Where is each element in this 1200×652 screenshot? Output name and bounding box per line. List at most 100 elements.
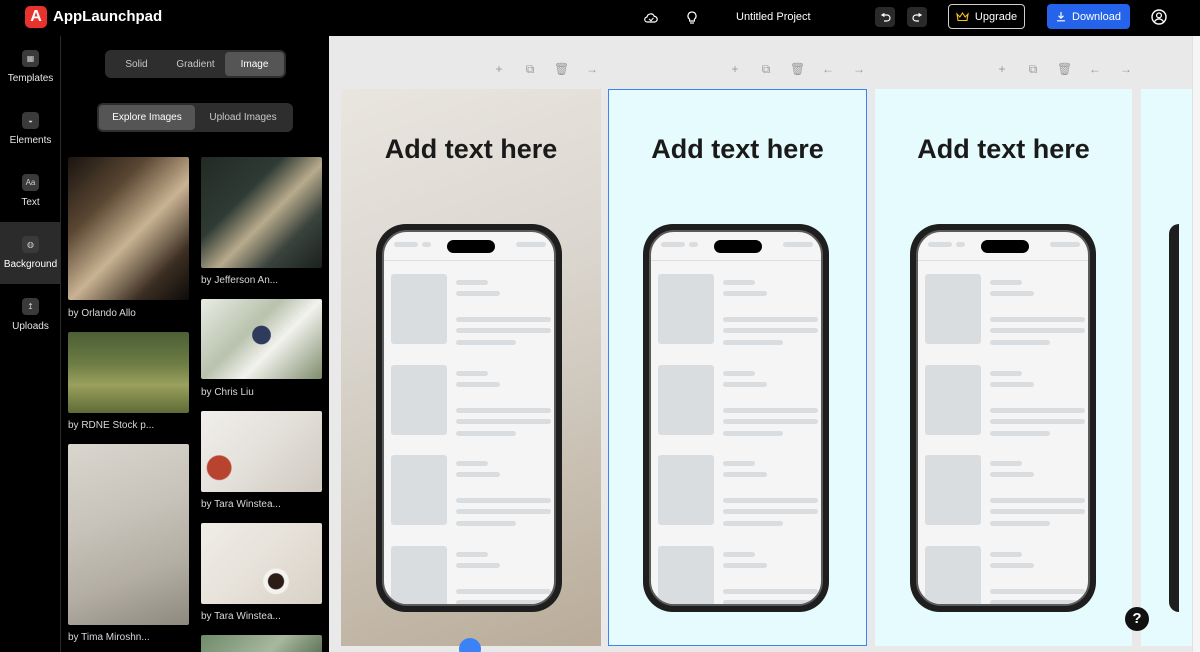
placeholder-text-line (990, 461, 1022, 466)
placeholder-text-line (990, 552, 1022, 557)
placeholder-image (391, 274, 447, 344)
image-credit: by Tara Winstea... (201, 499, 281, 510)
image-thumbnail[interactable] (201, 299, 322, 379)
move-right-icon[interactable]: → (852, 62, 866, 77)
tab-image[interactable]: Image (225, 52, 284, 76)
screen-frame[interactable]: Add text here (608, 89, 867, 646)
move-left-icon[interactable]: ← (1088, 62, 1102, 77)
image-thumbnail[interactable] (201, 157, 322, 268)
image-thumbnail[interactable] (68, 332, 189, 413)
upgrade-label: Upgrade (974, 10, 1018, 23)
image-thumbnail[interactable] (68, 157, 189, 300)
vertical-scrollbar[interactable] (1192, 36, 1200, 652)
sidebar-item-label: Elements (9, 135, 52, 146)
project-title[interactable]: Untitled Project (736, 11, 811, 23)
phone-mockup[interactable] (910, 224, 1096, 612)
placeholder-image (391, 546, 447, 604)
phone-mockup[interactable] (643, 224, 829, 612)
sidebar-item-background[interactable]: ◍ Background (0, 222, 61, 284)
placeholder-text-line (723, 340, 783, 345)
tab-gradient[interactable]: Gradient (166, 52, 225, 76)
placeholder-text-line (990, 509, 1085, 514)
delete-frame-icon[interactable]: 🗑 (1057, 62, 1072, 77)
placeholder-text-line (723, 280, 755, 285)
screen-frame[interactable]: Add text here (875, 89, 1132, 646)
lightbulb-icon[interactable] (682, 8, 702, 28)
status-bar-placeholder (1050, 242, 1080, 247)
frame-title[interactable]: Add text here (608, 134, 867, 165)
placeholder-text-line (723, 472, 767, 477)
add-frame-icon[interactable]: + (728, 62, 742, 77)
phone-mockup-edge (1169, 224, 1179, 612)
move-right-icon[interactable]: → (1119, 62, 1133, 77)
sidebar: ▦ Templates ◒ Elements Aa Text ◍ Backgro… (0, 36, 61, 652)
placeholder-text-line (723, 600, 818, 604)
move-right-icon[interactable]: → (585, 62, 599, 77)
image-thumbnail[interactable] (201, 635, 322, 652)
templates-icon: ▦ (22, 50, 39, 67)
image-source-tabs: Explore Images Upload Images (97, 103, 293, 132)
placeholder-text-line (723, 419, 818, 424)
screen-frame[interactable]: Add text here − + ⌄ (341, 89, 601, 646)
image-thumbnail[interactable] (201, 411, 322, 492)
image-credit: by RDNE Stock p... (68, 420, 155, 431)
screen-frame[interactable] (1141, 89, 1192, 646)
tab-upload-images[interactable]: Upload Images (195, 105, 291, 130)
duplicate-frame-icon[interactable]: ⧉ (523, 62, 537, 77)
crown-icon (956, 11, 969, 21)
sidebar-item-uploads[interactable]: ↥ Uploads (0, 284, 61, 346)
frame-title[interactable]: Add text here (875, 134, 1132, 165)
move-left-icon[interactable]: ← (821, 62, 835, 77)
sidebar-item-label: Text (21, 197, 40, 208)
placeholder-text-line (456, 472, 500, 477)
tab-explore-images[interactable]: Explore Images (99, 105, 195, 130)
duplicate-frame-icon[interactable]: ⧉ (759, 62, 773, 77)
delete-frame-icon[interactable]: 🗑 (790, 62, 805, 77)
redo-button[interactable] (907, 7, 927, 27)
placeholder-text-line (723, 371, 755, 376)
background-panel: Solid Gradient Image Explore Images Uplo… (62, 36, 328, 652)
sidebar-item-label: Uploads (12, 321, 49, 332)
placeholder-image (925, 546, 981, 604)
phone-mockup[interactable] (376, 224, 562, 612)
duplicate-frame-icon[interactable]: ⧉ (1026, 62, 1040, 77)
placeholder-text-line (456, 461, 488, 466)
image-thumbnail[interactable] (201, 523, 322, 604)
placeholder-text-line (456, 371, 488, 376)
undo-button[interactable] (875, 7, 895, 27)
cloud-save-icon[interactable] (641, 8, 661, 28)
delete-frame-icon[interactable]: 🗑 (554, 62, 569, 77)
design-canvas[interactable]: + ⧉ 🗑 → + ⧉ 🗑 ← → + ⧉ 🗑 ← → Add text her… (329, 36, 1192, 652)
sidebar-item-elements[interactable]: ◒ Elements (0, 98, 61, 160)
image-credit: by Jefferson An... (201, 275, 279, 286)
placeholder-text-line (723, 291, 767, 296)
image-thumbnail[interactable] (68, 444, 189, 625)
placeholder-text-line (723, 461, 755, 466)
background-icon: ◍ (22, 236, 39, 253)
placeholder-text-line (456, 552, 488, 557)
upgrade-button[interactable]: Upgrade (948, 4, 1025, 29)
top-bar: A AppLaunchpad Untitled Project Upgrade … (0, 0, 1200, 36)
image-credit: by Tara Winstea... (201, 611, 281, 622)
image-credit: by Orlando Allo (68, 308, 136, 319)
frame-title[interactable]: Add text here (341, 134, 601, 165)
add-frame-icon[interactable]: + (492, 62, 506, 77)
image-credit: by Chris Liu (201, 387, 254, 398)
frame-toolbar: + ⧉ 🗑 ← → (728, 62, 866, 77)
sidebar-item-text[interactable]: Aa Text (0, 160, 61, 222)
account-icon[interactable] (1150, 8, 1168, 31)
placeholder-text-line (723, 498, 818, 503)
add-frame-icon[interactable]: + (995, 62, 1009, 77)
status-bar-placeholder (516, 242, 546, 247)
app-logo[interactable]: A (25, 6, 47, 28)
download-button[interactable]: Download (1047, 4, 1130, 29)
help-button[interactable]: ? (1125, 607, 1149, 631)
tab-solid[interactable]: Solid (107, 52, 166, 76)
dynamic-island (447, 240, 495, 253)
placeholder-text-line (990, 291, 1034, 296)
sidebar-item-templates[interactable]: ▦ Templates (0, 36, 61, 98)
sidebar-item-label: Templates (7, 73, 54, 84)
status-bar-placeholder (928, 242, 952, 247)
background-type-tabs: Solid Gradient Image (105, 50, 286, 78)
placeholder-image (925, 274, 981, 344)
